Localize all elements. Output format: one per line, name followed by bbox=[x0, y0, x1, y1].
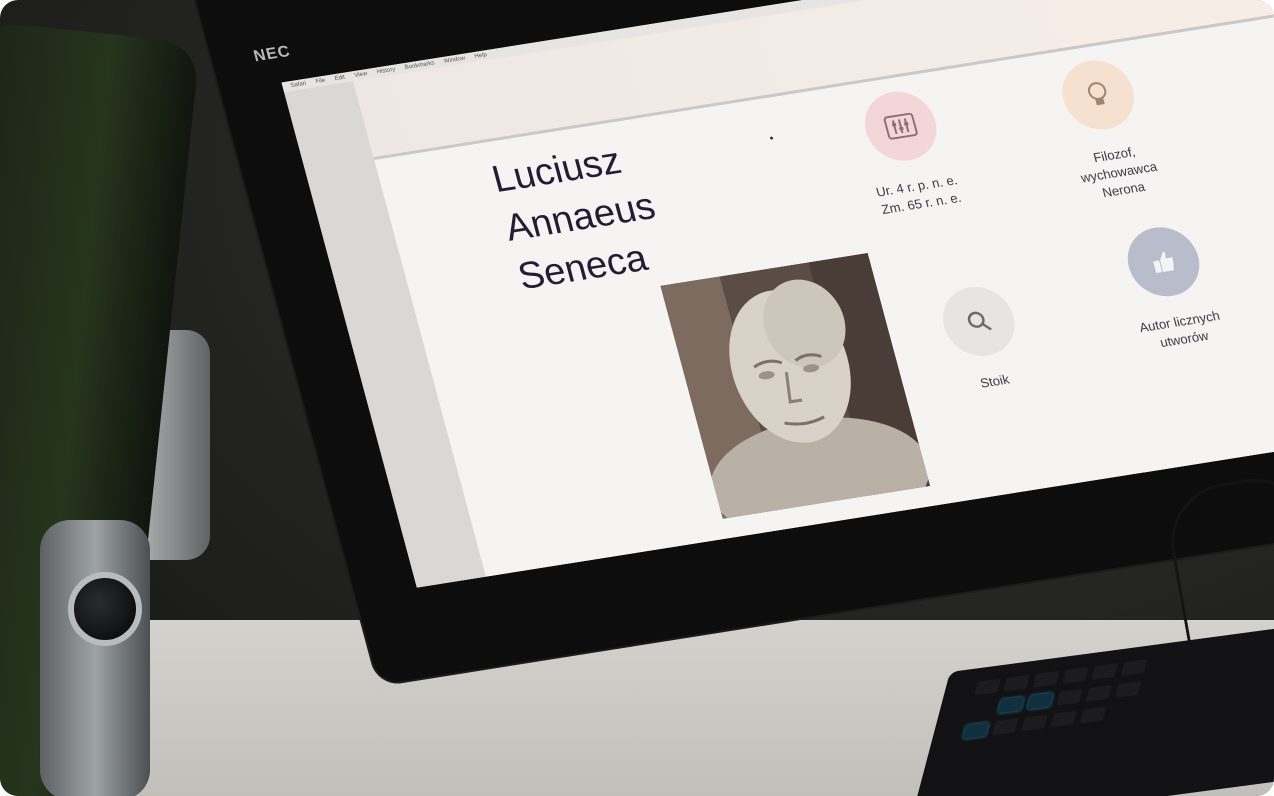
keyboard-key bbox=[1026, 692, 1054, 710]
tablet-stand bbox=[40, 520, 150, 796]
keyboard-key bbox=[1079, 706, 1107, 724]
school-text: Stoik bbox=[978, 371, 1011, 391]
lightbulb-icon bbox=[1054, 55, 1142, 135]
photo-scene: NEC Safari File Edit View History Bookma… bbox=[0, 0, 1274, 796]
keyboard-key bbox=[991, 718, 1019, 736]
keyboard-key bbox=[1021, 714, 1048, 732]
menu-item[interactable]: Edit bbox=[334, 75, 346, 82]
menu-item[interactable]: View bbox=[354, 71, 368, 79]
web-page: Luciusz Annaeus Seneca Ur. 4 r. p. n. e.… bbox=[353, 0, 1274, 587]
keyboard-key bbox=[1120, 659, 1148, 677]
keyboard-key bbox=[1050, 710, 1078, 728]
info-school: Stoik bbox=[896, 276, 1072, 402]
monitor: NEC Safari File Edit View History Bookma… bbox=[150, 0, 1274, 685]
info-birth-death: Ur. 4 r. p. n. e. Zm. 65 r. n. e. bbox=[817, 80, 997, 224]
info-works: Autor licznych utworów bbox=[1075, 215, 1265, 360]
menu-item[interactable]: File bbox=[315, 78, 326, 85]
keyboard-key bbox=[1085, 684, 1113, 702]
decorative-dot bbox=[769, 136, 774, 140]
seneca-portrait bbox=[660, 252, 931, 519]
keyboard-key bbox=[962, 722, 990, 740]
sliders-icon bbox=[856, 86, 945, 166]
keyboard-key bbox=[1114, 680, 1142, 698]
keyboard-key bbox=[1091, 663, 1118, 680]
keyboard-key bbox=[1032, 670, 1060, 688]
menu-item[interactable]: Safari bbox=[290, 81, 307, 89]
stand-knob bbox=[68, 572, 142, 646]
search-icon bbox=[935, 281, 1023, 361]
menu-item[interactable]: Help bbox=[474, 52, 488, 60]
monitor-brand-label: NEC bbox=[251, 43, 293, 66]
page-title: Luciusz Annaeus Seneca bbox=[487, 133, 674, 302]
keyboard-key bbox=[1003, 674, 1031, 692]
keyboard-key bbox=[997, 696, 1025, 714]
keyboard-key bbox=[974, 678, 1001, 696]
keyboard-key bbox=[1061, 666, 1089, 684]
keyboard-key bbox=[1056, 688, 1083, 706]
thumbs-up-icon bbox=[1119, 222, 1208, 302]
info-role: Filozof, wychowawca Nerona bbox=[1010, 48, 1205, 211]
monitor-screen: Safari File Edit View History Bookmarks … bbox=[281, 0, 1274, 588]
